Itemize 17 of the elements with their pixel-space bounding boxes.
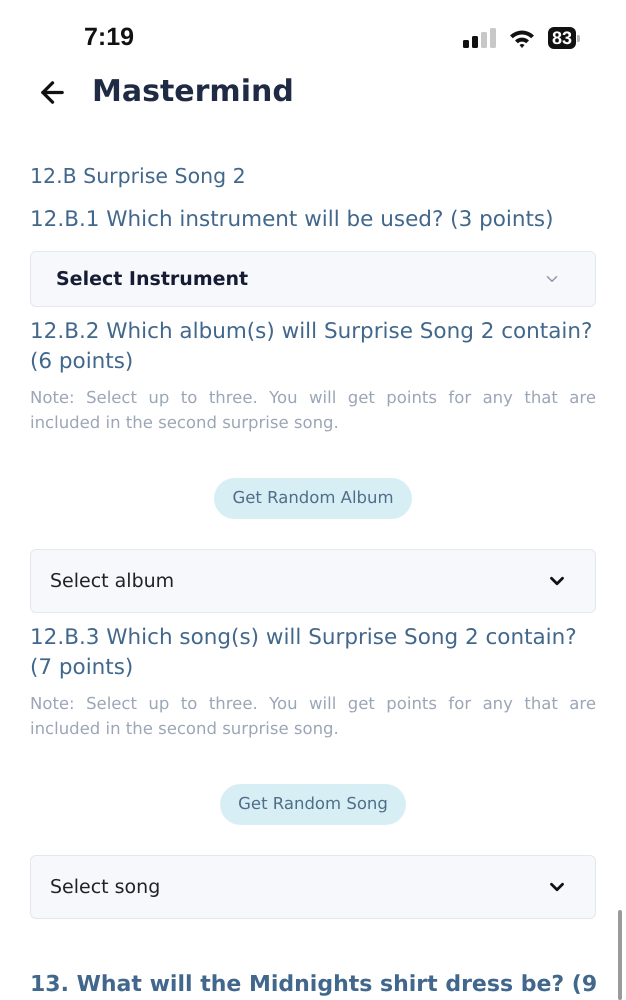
dropdown-select[interactable]: Select song	[30, 855, 596, 919]
question-title: 13. What will the Midnights shirt dress be? (9	[30, 971, 598, 999]
question-title: 12.B.3 Which song(s) will Surprise Song 2 contain? (7 points)	[30, 624, 578, 682]
battery-indicator: 83	[548, 27, 580, 49]
wifi-icon	[508, 28, 535, 48]
question-title: 12.B.1 Which instrument will be used? (3 points)	[30, 206, 555, 234]
page-title: Mastermind	[92, 74, 294, 110]
random-pick-button[interactable]: Get Random Song	[220, 784, 406, 825]
dropdown-select[interactable]: Select album	[30, 549, 596, 613]
note-text: Note: Select up to three. You will get points for any that are included in the second surprise song.	[30, 387, 596, 434]
status-time: 7:19	[84, 22, 134, 54]
section-title: 12.B Surprise Song 2	[30, 163, 247, 190]
signal-icon	[462, 28, 496, 48]
dropdown-select[interactable]: Select Instrument	[30, 251, 596, 307]
note-text: Note: Select up to three. You will get points for any that are included in the second surprise song.	[30, 693, 596, 740]
question-title: 12.B.2 Which album(s) will Surprise Song 2 contain? (6 points)	[30, 318, 594, 376]
random-pick-button[interactable]: Get Random Album	[214, 478, 412, 519]
